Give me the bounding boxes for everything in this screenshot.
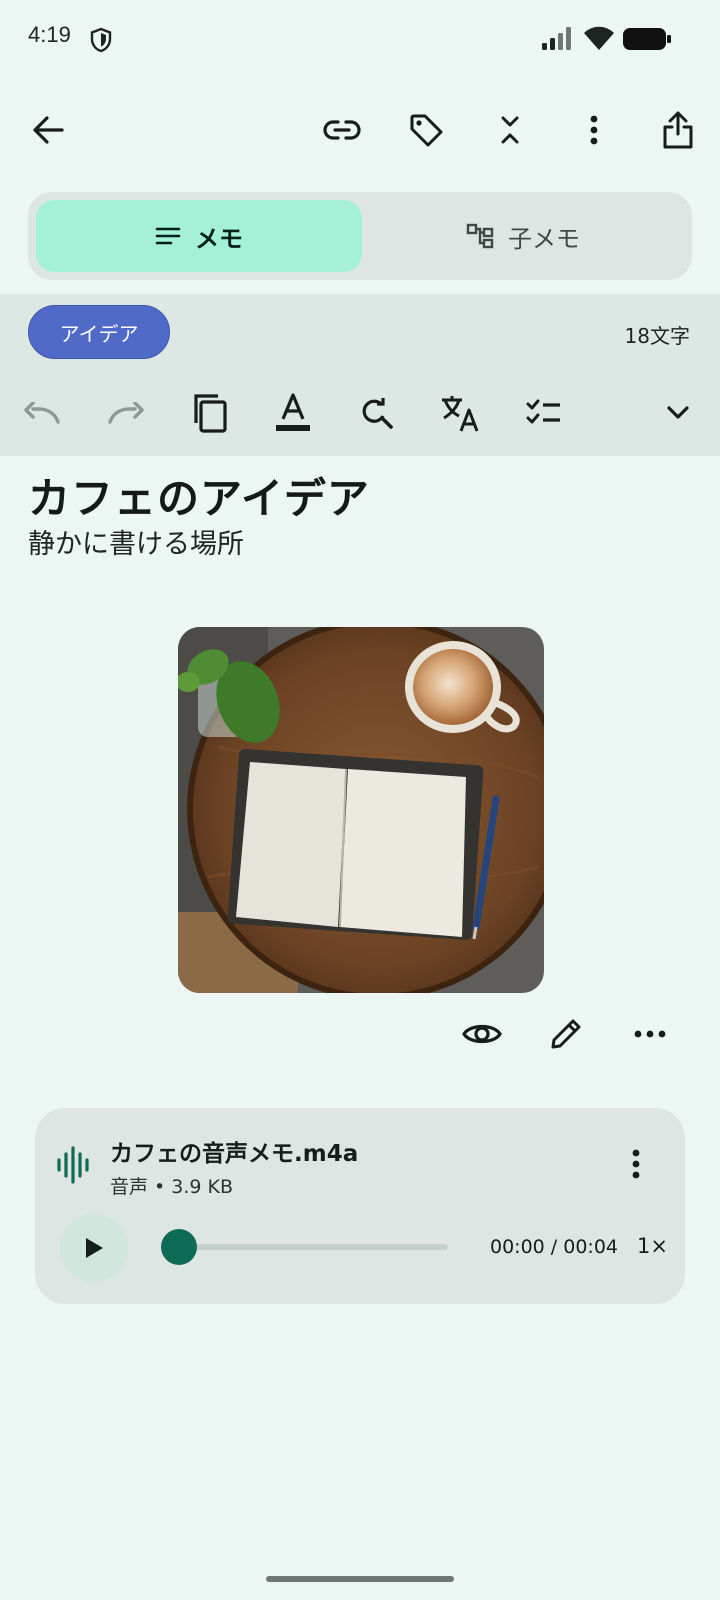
- expand-format-button[interactable]: [648, 383, 708, 443]
- undo-icon: [23, 402, 61, 424]
- audio-more-button[interactable]: [608, 1136, 664, 1192]
- waveform-icon: [56, 1146, 92, 1184]
- share-button[interactable]: [650, 102, 706, 158]
- find-replace-icon: [360, 396, 394, 430]
- audio-meta: 音声 • 3.9 KB: [110, 1176, 234, 1198]
- view-image-button[interactable]: [452, 1004, 512, 1064]
- battery-icon: [623, 28, 671, 50]
- more-vert-icon: [632, 1149, 640, 1179]
- note-body[interactable]: 静かに書ける場所: [28, 522, 244, 561]
- more-options-button[interactable]: [566, 102, 622, 158]
- edit-image-button[interactable]: [536, 1004, 596, 1064]
- text-color-icon: [275, 393, 311, 433]
- copy-icon: [192, 393, 228, 433]
- more-vert-icon: [590, 115, 598, 145]
- tag-icon: [408, 112, 444, 148]
- gesture-home-bar[interactable]: [266, 1576, 454, 1582]
- share-icon: [662, 110, 694, 150]
- note-title[interactable]: カフェのアイデア: [28, 465, 370, 526]
- shield-icon: [90, 27, 112, 53]
- checklist-button[interactable]: [514, 383, 574, 443]
- tag-button[interactable]: [398, 102, 454, 158]
- audio-seek-track[interactable]: [162, 1244, 448, 1250]
- tab-memo[interactable]: メモ: [36, 200, 362, 272]
- play-button[interactable]: [60, 1214, 128, 1282]
- undo-button[interactable]: [12, 383, 72, 443]
- audio-filename: カフェの音声メモ.m4a: [110, 1141, 359, 1167]
- playback-speed-button[interactable]: 1×: [637, 1234, 668, 1258]
- char-count: 18文字: [624, 324, 690, 348]
- signal-icon: [542, 26, 576, 50]
- text-color-button[interactable]: [263, 383, 323, 443]
- wifi-icon: [583, 25, 615, 51]
- collapse-icon: [499, 115, 521, 145]
- redo-icon: [107, 402, 145, 424]
- play-icon: [83, 1236, 105, 1260]
- redo-button[interactable]: [96, 383, 156, 443]
- translate-button[interactable]: [430, 383, 490, 443]
- checklist-icon: [526, 399, 562, 427]
- tab-memo-label: メモ: [195, 224, 243, 253]
- audio-seek-thumb[interactable]: [161, 1229, 197, 1265]
- tag-chip[interactable]: アイデア: [28, 305, 170, 359]
- view-icon: [462, 1020, 502, 1048]
- note-tabs: メモ 子メモ: [28, 192, 692, 280]
- expand-icon: [666, 405, 690, 421]
- tree-icon: [466, 223, 494, 249]
- more-image-button[interactable]: [620, 1004, 680, 1064]
- back-button[interactable]: [20, 102, 76, 158]
- tab-child-memo[interactable]: 子メモ: [362, 200, 684, 272]
- collapse-button[interactable]: [482, 102, 538, 158]
- link-icon: [323, 119, 361, 141]
- link-button[interactable]: [314, 102, 370, 158]
- notes-icon: [155, 226, 181, 246]
- attached-image[interactable]: [178, 627, 544, 993]
- back-icon: [32, 115, 64, 145]
- edit-icon: [549, 1017, 583, 1051]
- find-replace-button[interactable]: [347, 383, 407, 443]
- status-time: 4:19: [28, 22, 71, 47]
- translate-icon: [440, 393, 480, 433]
- tab-child-memo-label: 子メモ: [508, 224, 580, 253]
- audio-time: 00:00 / 00:04: [490, 1236, 618, 1258]
- copy-button[interactable]: [180, 383, 240, 443]
- more-horiz-icon: [634, 1030, 666, 1038]
